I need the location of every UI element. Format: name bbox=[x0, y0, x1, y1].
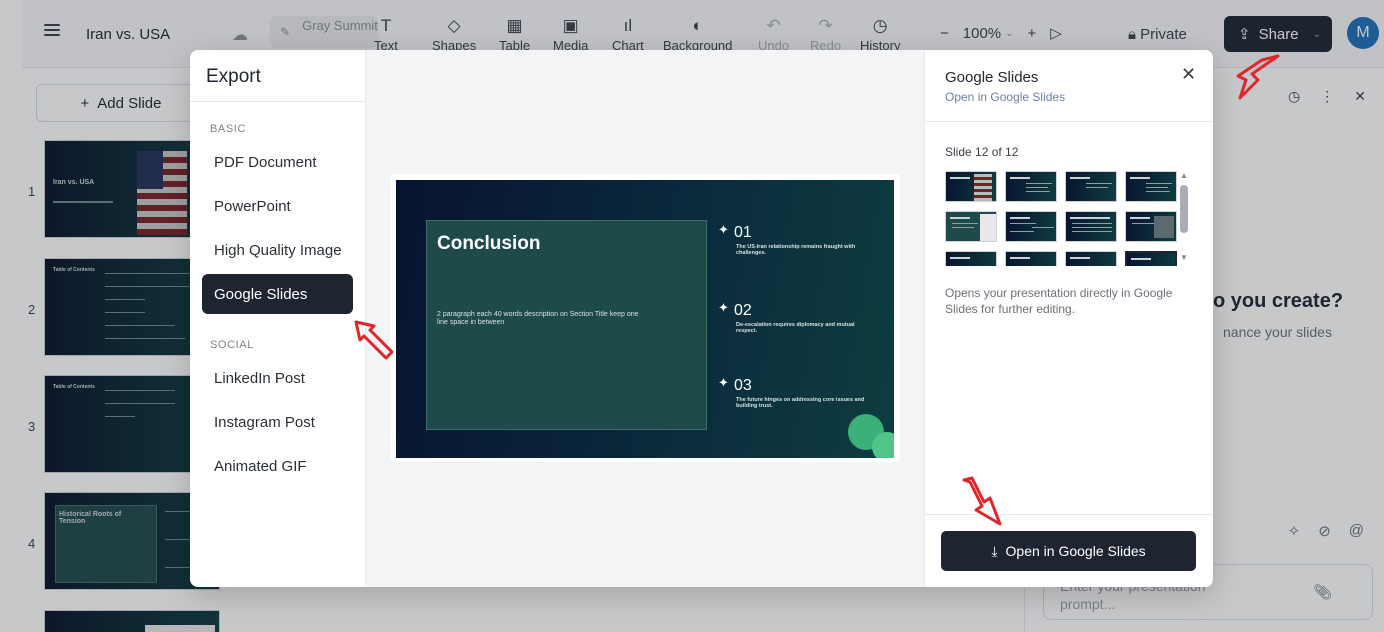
export-heading: Export bbox=[206, 66, 261, 87]
grid-thumbnail[interactable] bbox=[1005, 251, 1057, 266]
slide-thumbnail-grid bbox=[945, 171, 1177, 266]
grid-thumbnail[interactable] bbox=[945, 171, 997, 202]
sparkle-icon: ✦ bbox=[718, 300, 729, 315]
annotation-arrow-icon bbox=[1236, 54, 1280, 100]
grid-thumbnail[interactable] bbox=[1065, 211, 1117, 242]
open-button-label: Open in Google Slides bbox=[1005, 543, 1146, 559]
scroll-up-icon[interactable]: ▲ bbox=[1180, 171, 1188, 180]
grid-thumbnail[interactable] bbox=[1125, 171, 1177, 202]
grid-thumbnail[interactable] bbox=[945, 211, 997, 242]
scroll-down-icon[interactable]: ▼ bbox=[1180, 253, 1188, 262]
scrollbar-thumb[interactable] bbox=[1180, 185, 1188, 233]
option-high-quality-image[interactable]: High Quality Image bbox=[202, 230, 353, 270]
sparkle-icon: ✦ bbox=[718, 375, 729, 390]
preview-slide: Conclusion 2 paragraph each 40 words des… bbox=[396, 180, 894, 458]
open-in-google-slides-button[interactable]: ⤓ Open in Google Slides bbox=[941, 531, 1196, 571]
point-number: 01 bbox=[734, 224, 752, 241]
sparkle-icon: ✦ bbox=[718, 222, 729, 237]
annotation-arrow-icon bbox=[962, 476, 1002, 526]
panel-title: Google Slides bbox=[945, 69, 1039, 86]
slide-description: 2 paragraph each 40 words description on… bbox=[437, 311, 639, 326]
export-dialog: Export BASIC PDF Document PowerPoint Hig… bbox=[190, 50, 1213, 587]
point-text: The US-Iran relationship remains fraught… bbox=[736, 244, 856, 256]
grid-thumbnail[interactable] bbox=[1065, 251, 1117, 266]
conclusion-box: Conclusion 2 paragraph each 40 words des… bbox=[426, 220, 707, 430]
grid-thumbnail[interactable] bbox=[1005, 171, 1057, 202]
section-social-label: SOCIAL bbox=[210, 339, 254, 351]
close-icon[interactable]: ✕ bbox=[1181, 64, 1196, 85]
point-number: 02 bbox=[734, 302, 752, 319]
slide-title: Conclusion bbox=[437, 233, 541, 254]
grid-thumbnail[interactable] bbox=[1005, 211, 1057, 242]
slide-counter: Slide 12 of 12 bbox=[945, 145, 1019, 159]
option-powerpoint[interactable]: PowerPoint bbox=[202, 186, 353, 226]
section-basic-label: BASIC bbox=[210, 123, 247, 135]
panel-subtitle: Open in Google Slides bbox=[945, 90, 1066, 104]
export-preview-area: Conclusion 2 paragraph each 40 words des… bbox=[366, 50, 924, 587]
divider bbox=[190, 101, 366, 102]
panel-description: Opens your presentation directly in Goog… bbox=[945, 286, 1173, 316]
thumbnail-scrollbar[interactable]: ▲ ▼ bbox=[1179, 171, 1189, 266]
grid-thumbnail-selected[interactable] bbox=[1125, 251, 1177, 266]
option-linkedin-post[interactable]: LinkedIn Post bbox=[202, 358, 353, 398]
option-instagram-post[interactable]: Instagram Post bbox=[202, 402, 353, 442]
grid-thumbnail[interactable] bbox=[1065, 171, 1117, 202]
point-text: De-escalation requires diplomacy and mut… bbox=[736, 322, 855, 334]
option-pdf-document[interactable]: PDF Document bbox=[202, 142, 353, 182]
option-google-slides[interactable]: Google Slides bbox=[202, 274, 353, 314]
download-icon: ⤓ bbox=[991, 542, 998, 559]
divider bbox=[925, 121, 1213, 122]
point-text: The future hinges on addressing core iss… bbox=[736, 397, 865, 409]
grid-thumbnail[interactable] bbox=[1125, 211, 1177, 242]
option-animated-gif[interactable]: Animated GIF bbox=[202, 446, 353, 486]
slide-preview: Conclusion 2 paragraph each 40 words des… bbox=[390, 174, 900, 462]
export-options-list: Export BASIC PDF Document PowerPoint Hig… bbox=[190, 50, 366, 587]
grid-thumbnail[interactable] bbox=[945, 251, 997, 266]
decorative-circle bbox=[872, 432, 894, 458]
point-number: 03 bbox=[734, 377, 752, 394]
annotation-arrow-icon bbox=[354, 320, 394, 360]
